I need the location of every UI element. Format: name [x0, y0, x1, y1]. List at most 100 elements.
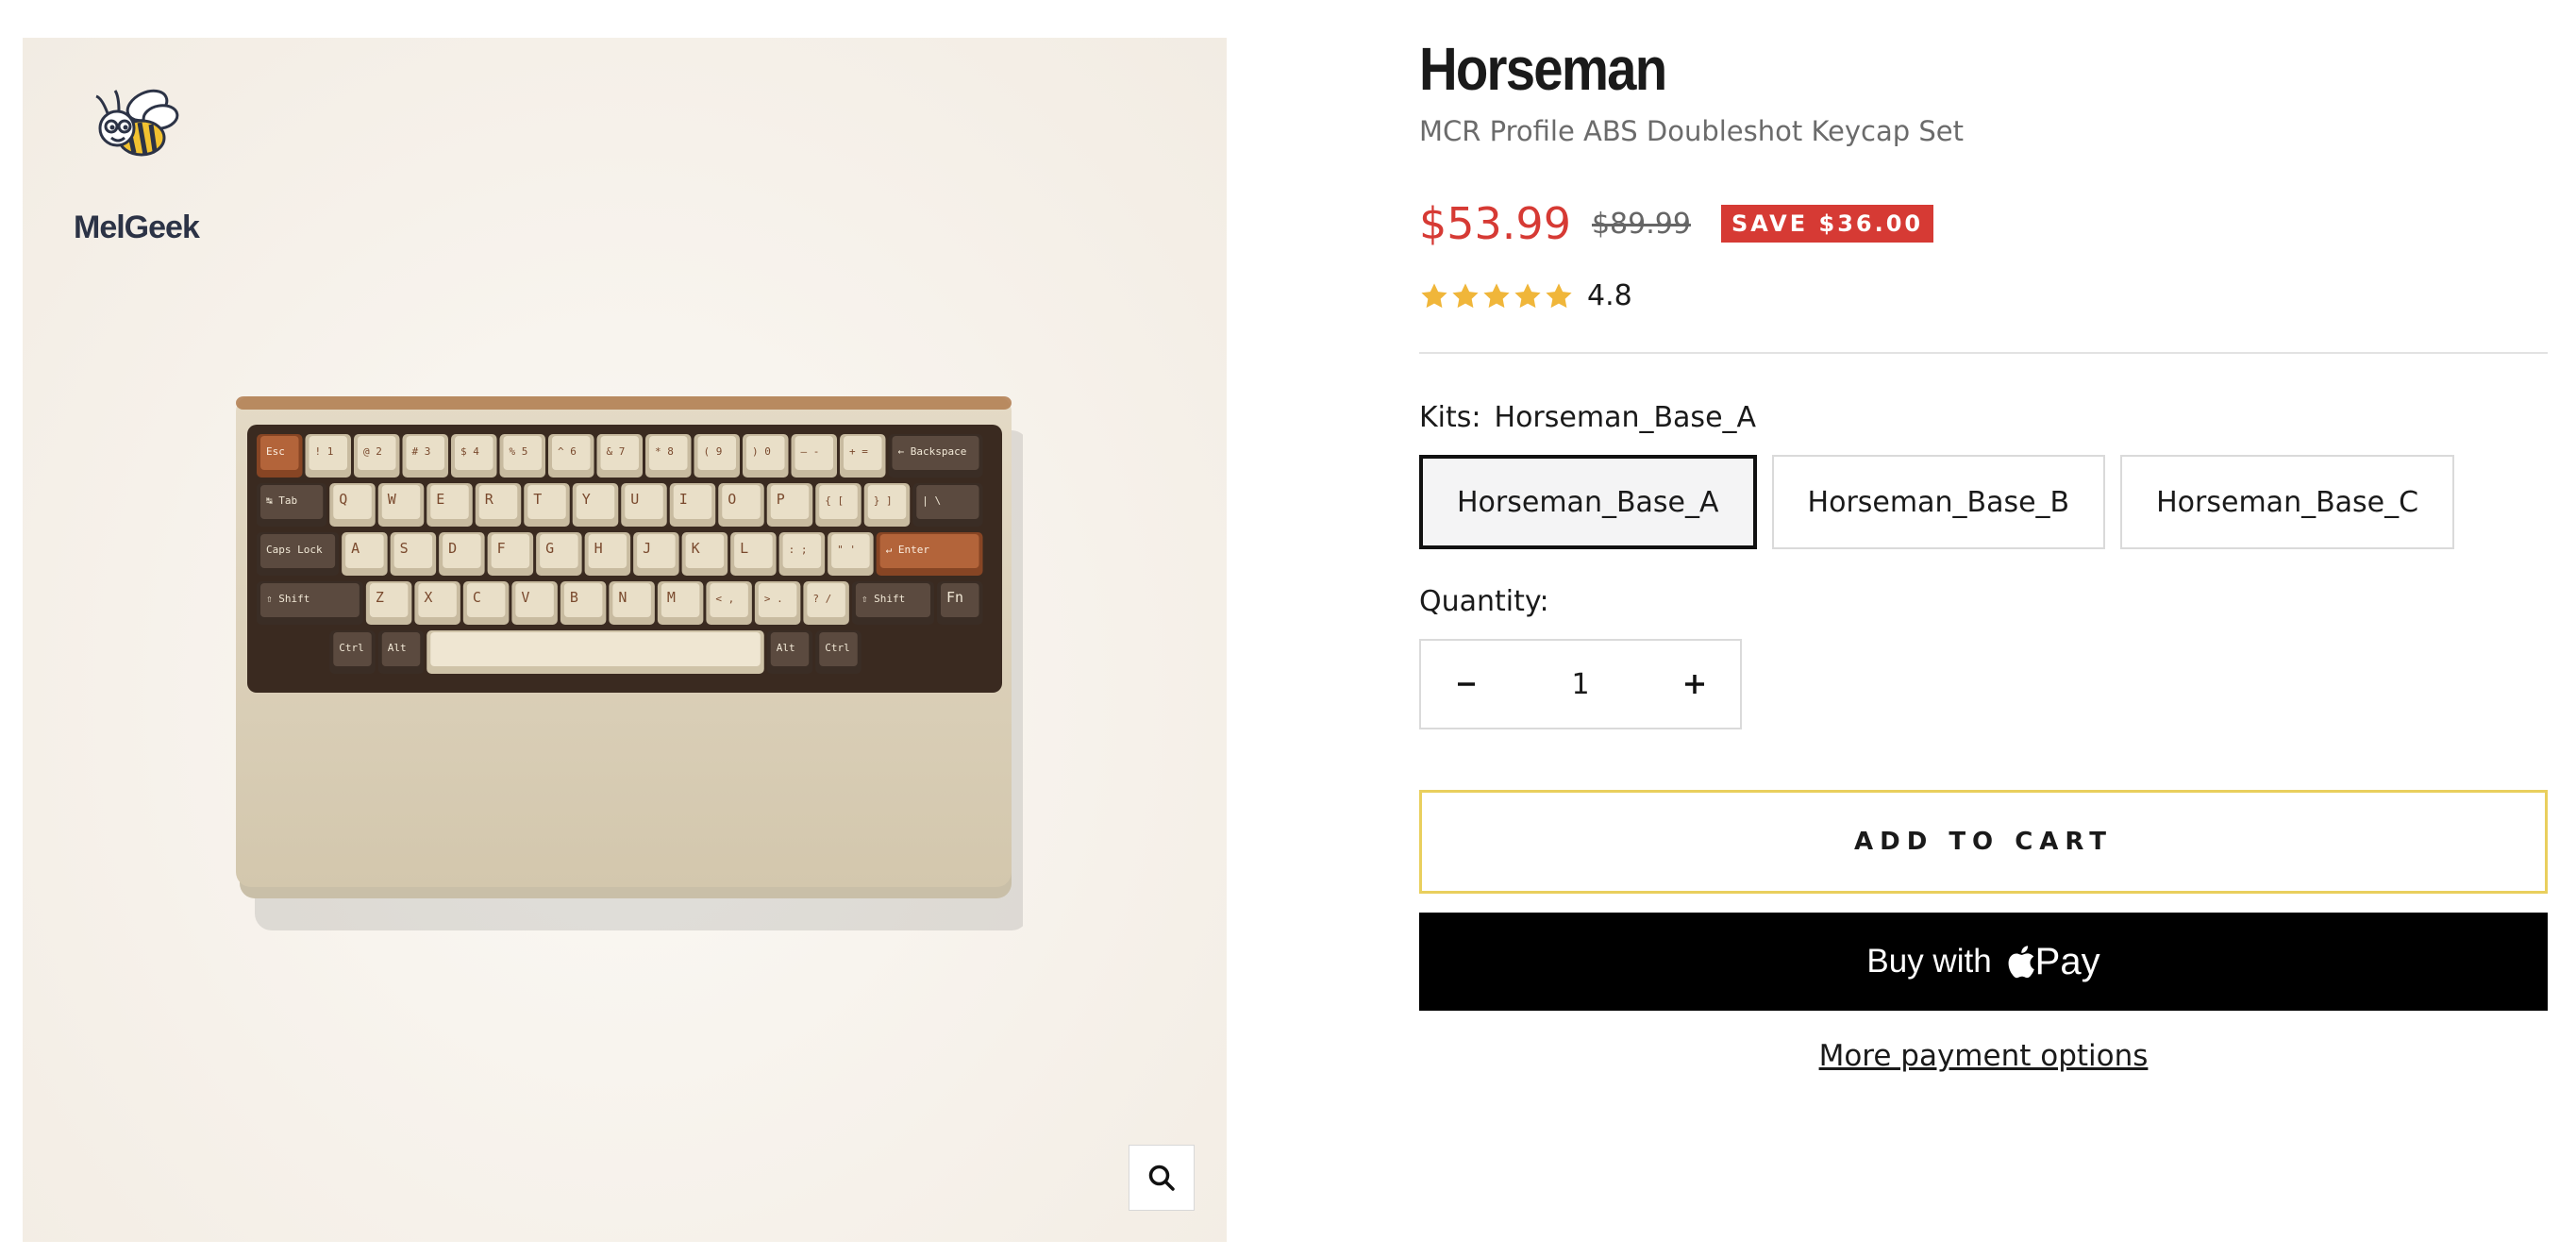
more-payment-options-link[interactable]: More payment options — [1419, 1039, 2548, 1073]
keycap-legend: < , — [715, 593, 734, 605]
keycap: $ 4 — [451, 434, 497, 478]
keycap-legend: Caps Lock — [266, 544, 323, 556]
keycap: Ctrl — [815, 630, 861, 674]
add-to-cart-button[interactable]: ADD TO CART — [1419, 790, 2548, 894]
keycap-legend: — - — [801, 445, 820, 458]
apple-pay-mark: Pay — [1996, 941, 2100, 983]
keycap: ! 1 — [305, 434, 351, 478]
kit-options: Horseman_Base_A Horseman_Base_B Horseman… — [1419, 455, 2548, 549]
keycap: Alt — [377, 630, 425, 674]
keycap-legend: G — [545, 540, 554, 557]
keycap: # 3 — [402, 434, 448, 478]
keycap: M — [657, 581, 704, 625]
keycap-legend: Q — [339, 491, 347, 508]
keycap: — - — [791, 434, 837, 478]
search-icon — [1148, 1165, 1175, 1191]
quantity-label: Quantity: — [1419, 585, 1549, 618]
keycap-legend: $ 4 — [460, 445, 479, 458]
keycap — [427, 630, 764, 674]
keycap-legend: U — [630, 491, 639, 508]
apple-pay-button[interactable]: Buy with Pay — [1419, 913, 2548, 1011]
kit-option-base-a[interactable]: Horseman_Base_A — [1419, 455, 1757, 549]
keycap: * 8 — [645, 434, 692, 478]
star-icon — [1546, 282, 1572, 308]
star-icon — [1483, 282, 1510, 308]
keycap-legend: A — [351, 540, 360, 557]
keycap: Caps Lock — [257, 532, 340, 576]
keycap: D — [439, 532, 485, 576]
keycap: ⇧ Shift — [851, 581, 934, 625]
keycap: ↹ Tab — [257, 483, 327, 527]
keycap: + = — [840, 434, 886, 478]
increase-quantity-button[interactable] — [1649, 641, 1740, 728]
kits-label: Kits: — [1419, 401, 1481, 434]
keycap-legend: T — [533, 491, 542, 508]
keycap-legend: J — [643, 540, 651, 557]
rating-value: 4.8 — [1587, 279, 1632, 312]
decrease-quantity-button[interactable] — [1421, 641, 1512, 728]
keycap: K — [681, 532, 728, 576]
product-media: MelGeek Esc ! 1 @ 2 # 3 $ 4 % 5 ^ 6 & 7 * 8 ( 9) … — [23, 38, 1227, 1242]
keycap: ↵ Enter — [876, 532, 983, 576]
rating-stars — [1419, 281, 1574, 311]
quantity-input[interactable]: 1 — [1571, 668, 1589, 701]
keycap: B — [560, 581, 607, 625]
keycap: ⇧ Shift — [257, 581, 363, 625]
keycap-legend: Fn — [946, 589, 963, 606]
keycap-legend: Alt — [777, 642, 795, 654]
keycap: H — [584, 532, 631, 576]
keycap: < , — [706, 581, 752, 625]
keycap-legend: Z — [376, 589, 384, 606]
keycap: F — [487, 532, 534, 576]
keycap-legend: * 8 — [655, 445, 674, 458]
keycap: J — [633, 532, 679, 576]
product-subtitle: MCR Profile ABS Doubleshot Keycap Set — [1419, 115, 1964, 147]
bee-logo-icon — [95, 89, 179, 157]
rating-row[interactable]: 4.8 — [1419, 279, 2548, 312]
keycap: | \ — [912, 483, 983, 527]
keycap: L — [730, 532, 777, 576]
keycap: ← Backspace — [888, 434, 983, 478]
keycap-legend: ← Backspace — [898, 445, 967, 458]
divider — [1419, 352, 2548, 354]
keycap-legend: : ; — [789, 544, 808, 556]
keycap-legend: > . — [764, 593, 783, 605]
keycap-legend: P — [777, 491, 785, 508]
keycap-legend: # 3 — [412, 445, 431, 458]
kits-selected-value: Horseman_Base_A — [1494, 401, 1757, 434]
save-badge: SAVE $36.00 — [1720, 205, 1934, 243]
keycap-legend: C — [473, 589, 481, 606]
keycap: N — [609, 581, 655, 625]
keycap-legend: & 7 — [607, 445, 626, 458]
keycap-legend: O — [728, 491, 736, 508]
plus-icon — [1685, 675, 1704, 694]
keycap-legend: ↵ Enter — [886, 544, 930, 556]
keycap: ? / — [803, 581, 849, 625]
kits-label-row: Kits: Horseman_Base_A — [1419, 401, 2548, 434]
keycap-legend: | \ — [922, 494, 941, 507]
keycap-legend: { [ — [825, 494, 844, 507]
zoom-button[interactable] — [1129, 1145, 1195, 1211]
keycap-legend: V — [521, 589, 529, 606]
kit-option-base-c[interactable]: Horseman_Base_C — [2120, 455, 2455, 549]
brand-name: MelGeek — [74, 210, 200, 245]
keycap-legend: Esc — [266, 445, 285, 458]
keycap-legend: ( 9 — [704, 445, 723, 458]
keycap: P — [766, 483, 813, 527]
star-icon — [1452, 282, 1479, 308]
keycap: I — [669, 483, 716, 527]
keycap: V — [511, 581, 558, 625]
keycap: ) 0 — [743, 434, 789, 478]
keycap-legend: } ] — [874, 494, 893, 507]
keycap-legend: ↹ Tab — [266, 494, 297, 507]
keycap-legend: ⇧ Shift — [861, 593, 905, 605]
keycap-legend: D — [448, 540, 457, 557]
keycap-legend: ? / — [812, 593, 831, 605]
quantity-stepper: 1 — [1419, 639, 1742, 729]
keycap: E — [427, 483, 473, 527]
keycap-legend: ^ 6 — [558, 445, 577, 458]
keycap-legend: " ' — [837, 544, 856, 556]
star-icon — [1421, 282, 1447, 308]
keycap: Esc — [257, 434, 303, 478]
kit-option-base-b[interactable]: Horseman_Base_B — [1771, 455, 2106, 549]
